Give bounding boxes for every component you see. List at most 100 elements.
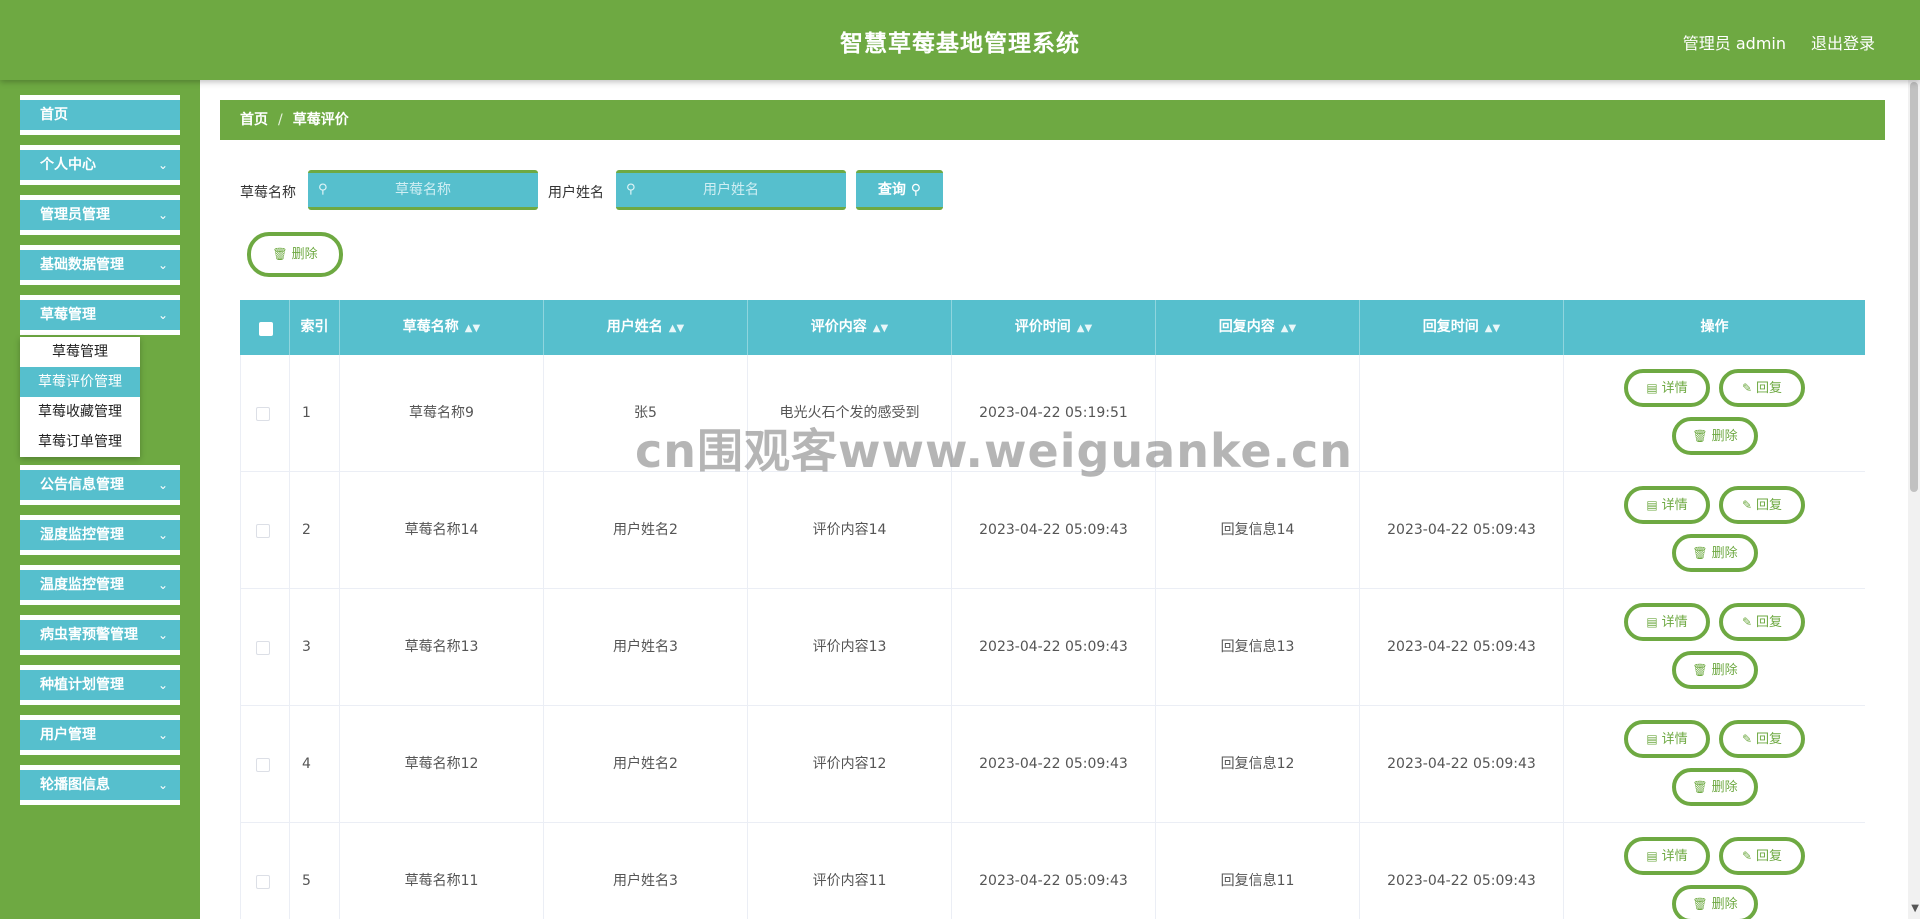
sidebar-item-pest-warning[interactable]: 病虫害预警管理 ⌄ <box>20 615 180 655</box>
cell-index: 4 <box>290 706 340 823</box>
edit-icon: ✎ <box>1741 732 1753 746</box>
trash-icon: 🗑 <box>272 247 288 261</box>
sidebar-item-basic-data[interactable]: 基础数据管理 ⌄ <box>20 245 180 285</box>
reply-button[interactable]: ✎ 回复 <box>1719 486 1805 524</box>
delete-button[interactable]: 🗑 删除 <box>1672 885 1758 919</box>
search-icon: ⚲ <box>910 182 922 198</box>
chevron-down-icon: ⌄ <box>157 158 168 172</box>
cell-actions: ▤ 详情 ✎ 回复 🗑 删除 <box>1564 472 1865 589</box>
detail-button[interactable]: ▤ 详情 <box>1624 837 1710 875</box>
header-label: 草莓名称 <box>402 319 459 335</box>
header-reply-time[interactable]: 回复时间 ▲▼ <box>1360 300 1564 355</box>
sidebar-item-admin-management[interactable]: 管理员管理 ⌄ <box>20 195 180 235</box>
detail-button[interactable]: ▤ 详情 <box>1624 486 1710 524</box>
header-label: 评价内容 <box>810 319 867 335</box>
table-header: 索引 草莓名称 ▲▼ 用户姓名 ▲▼ 评价内容 ▲▼ 评价时间 ▲▼ 回复内容 ▲▼ 回复… <box>240 300 1865 355</box>
scroll-down-arrow-icon[interactable]: ▼ <box>1911 903 1919 914</box>
header-index: 索引 <box>290 300 340 355</box>
trash-icon: 🗑 <box>1692 897 1708 911</box>
sidebar-item-label: 用户管理 <box>40 727 96 743</box>
name-search-input[interactable]: ⚲ 草莓名称 <box>308 170 538 210</box>
header-reply-content[interactable]: 回复内容 ▲▼ <box>1156 300 1360 355</box>
reply-button-label: 回复 <box>1756 381 1783 396</box>
submenu-item-strawberry-order[interactable]: 草莓订单管理 <box>20 427 140 457</box>
logout-link[interactable]: 退出登录 <box>1811 30 1875 54</box>
app-title: 智慧草莓基地管理系统 <box>840 31 1080 57</box>
chevron-down-icon: ⌄ <box>157 628 168 642</box>
user-search-input[interactable]: ⚲ 用户姓名 <box>616 170 846 210</box>
row-checkbox[interactable] <box>256 875 270 889</box>
batch-delete-button[interactable]: 🗑 删除 <box>247 232 343 277</box>
reply-button[interactable]: ✎ 回复 <box>1719 369 1805 407</box>
sidebar-item-humidity-monitor[interactable]: 湿度监控管理 ⌄ <box>20 515 180 555</box>
search-icon: ⚲ <box>318 182 328 197</box>
row-checkbox[interactable] <box>256 524 270 538</box>
sidebar-item-carousel[interactable]: 轮播图信息 ⌄ <box>20 765 180 805</box>
scrollbar-thumb[interactable] <box>1910 82 1918 492</box>
cell-user-name: 用户姓名2 <box>544 472 748 589</box>
row-select-cell <box>240 706 290 823</box>
sidebar-item-user-management[interactable]: 用户管理 ⌄ <box>20 715 180 755</box>
table-row: 2 草莓名称14 用户姓名2 评价内容14 2023-04-22 05:09:4… <box>240 472 1865 589</box>
breadcrumb-home[interactable]: 首页 <box>240 112 268 128</box>
sidebar-item-label: 湿度监控管理 <box>40 527 124 543</box>
reply-button[interactable]: ✎ 回复 <box>1719 720 1805 758</box>
query-button[interactable]: 查询 ⚲ <box>856 170 943 210</box>
cell-index: 3 <box>290 589 340 706</box>
sidebar: 首页 个人中心 ⌄ 管理员管理 ⌄ 基础数据管理 ⌄ 草莓管理 ⌄ 公告信息管理 ⌄ 湿度… <box>0 80 200 919</box>
user-search-label: 用户姓名 <box>548 185 604 201</box>
cell-reply-time: 2023-04-22 05:09:43 <box>1360 472 1564 589</box>
sidebar-item-strawberry-management[interactable]: 草莓管理 ⌄ <box>20 295 180 335</box>
submenu-item-strawberry-favorite[interactable]: 草莓收藏管理 <box>20 397 140 427</box>
cell-reply-time <box>1360 355 1564 472</box>
header-strawberry-name[interactable]: 草莓名称 ▲▼ <box>340 300 544 355</box>
cell-review-time: 2023-04-22 05:09:43 <box>952 823 1156 919</box>
row-checkbox[interactable] <box>256 407 270 421</box>
cell-user-name: 用户姓名3 <box>544 589 748 706</box>
row-select-cell <box>240 589 290 706</box>
sidebar-item-personal-center[interactable]: 个人中心 ⌄ <box>20 145 180 185</box>
sidebar-item-temperature-monitor[interactable]: 温度监控管理 ⌄ <box>20 565 180 605</box>
delete-button[interactable]: 🗑 删除 <box>1672 417 1758 455</box>
sort-icon[interactable]: ▲▼ <box>1281 323 1296 334</box>
batch-delete-label: 删除 <box>291 247 318 262</box>
reply-button[interactable]: ✎ 回复 <box>1719 603 1805 641</box>
cell-actions: ▤ 详情 ✎ 回复 🗑 删除 <box>1564 589 1865 706</box>
cell-index: 5 <box>290 823 340 919</box>
sort-icon[interactable]: ▲▼ <box>669 323 684 334</box>
delete-button[interactable]: 🗑 删除 <box>1672 534 1758 572</box>
submenu-item-strawberry[interactable]: 草莓管理 <box>20 337 140 367</box>
detail-button[interactable]: ▤ 详情 <box>1624 369 1710 407</box>
detail-button[interactable]: ▤ 详情 <box>1624 603 1710 641</box>
sidebar-item-notice-management[interactable]: 公告信息管理 ⌄ <box>20 465 180 505</box>
cell-user-name: 用户姓名2 <box>544 706 748 823</box>
table-row: 4 草莓名称12 用户姓名2 评价内容12 2023-04-22 05:09:4… <box>240 706 1865 823</box>
submenu-item-strawberry-review[interactable]: 草莓评价管理 <box>20 367 140 397</box>
sidebar-item-planting-plan[interactable]: 种植计划管理 ⌄ <box>20 665 180 705</box>
delete-button[interactable]: 🗑 删除 <box>1672 768 1758 806</box>
reply-button[interactable]: ✎ 回复 <box>1719 837 1805 875</box>
sort-icon[interactable]: ▲▼ <box>1485 323 1500 334</box>
header-label: 评价时间 <box>1014 319 1071 335</box>
header-review-content[interactable]: 评价内容 ▲▼ <box>748 300 952 355</box>
header-label: 操作 <box>1700 319 1729 335</box>
header-review-time[interactable]: 评价时间 ▲▼ <box>952 300 1156 355</box>
document-icon: ▤ <box>1646 849 1658 863</box>
header-user-name[interactable]: 用户姓名 ▲▼ <box>544 300 748 355</box>
delete-button[interactable]: 🗑 删除 <box>1672 651 1758 689</box>
sort-icon[interactable]: ▲▼ <box>1077 323 1092 334</box>
sidebar-item-home[interactable]: 首页 <box>20 95 180 135</box>
cell-strawberry-name: 草莓名称11 <box>340 823 544 919</box>
chevron-down-icon: ⌄ <box>157 208 168 222</box>
sidebar-item-label: 轮播图信息 <box>40 777 110 793</box>
row-checkbox[interactable] <box>256 758 270 772</box>
reply-button-label: 回复 <box>1756 732 1783 747</box>
cell-reply-time: 2023-04-22 05:09:43 <box>1360 589 1564 706</box>
sort-icon[interactable]: ▲▼ <box>873 323 888 334</box>
cell-reply-content: 回复信息12 <box>1156 706 1360 823</box>
select-all-checkbox[interactable] <box>259 322 273 336</box>
trash-icon: 🗑 <box>1692 780 1708 794</box>
sort-icon[interactable]: ▲▼ <box>465 323 480 334</box>
row-checkbox[interactable] <box>256 641 270 655</box>
detail-button[interactable]: ▤ 详情 <box>1624 720 1710 758</box>
